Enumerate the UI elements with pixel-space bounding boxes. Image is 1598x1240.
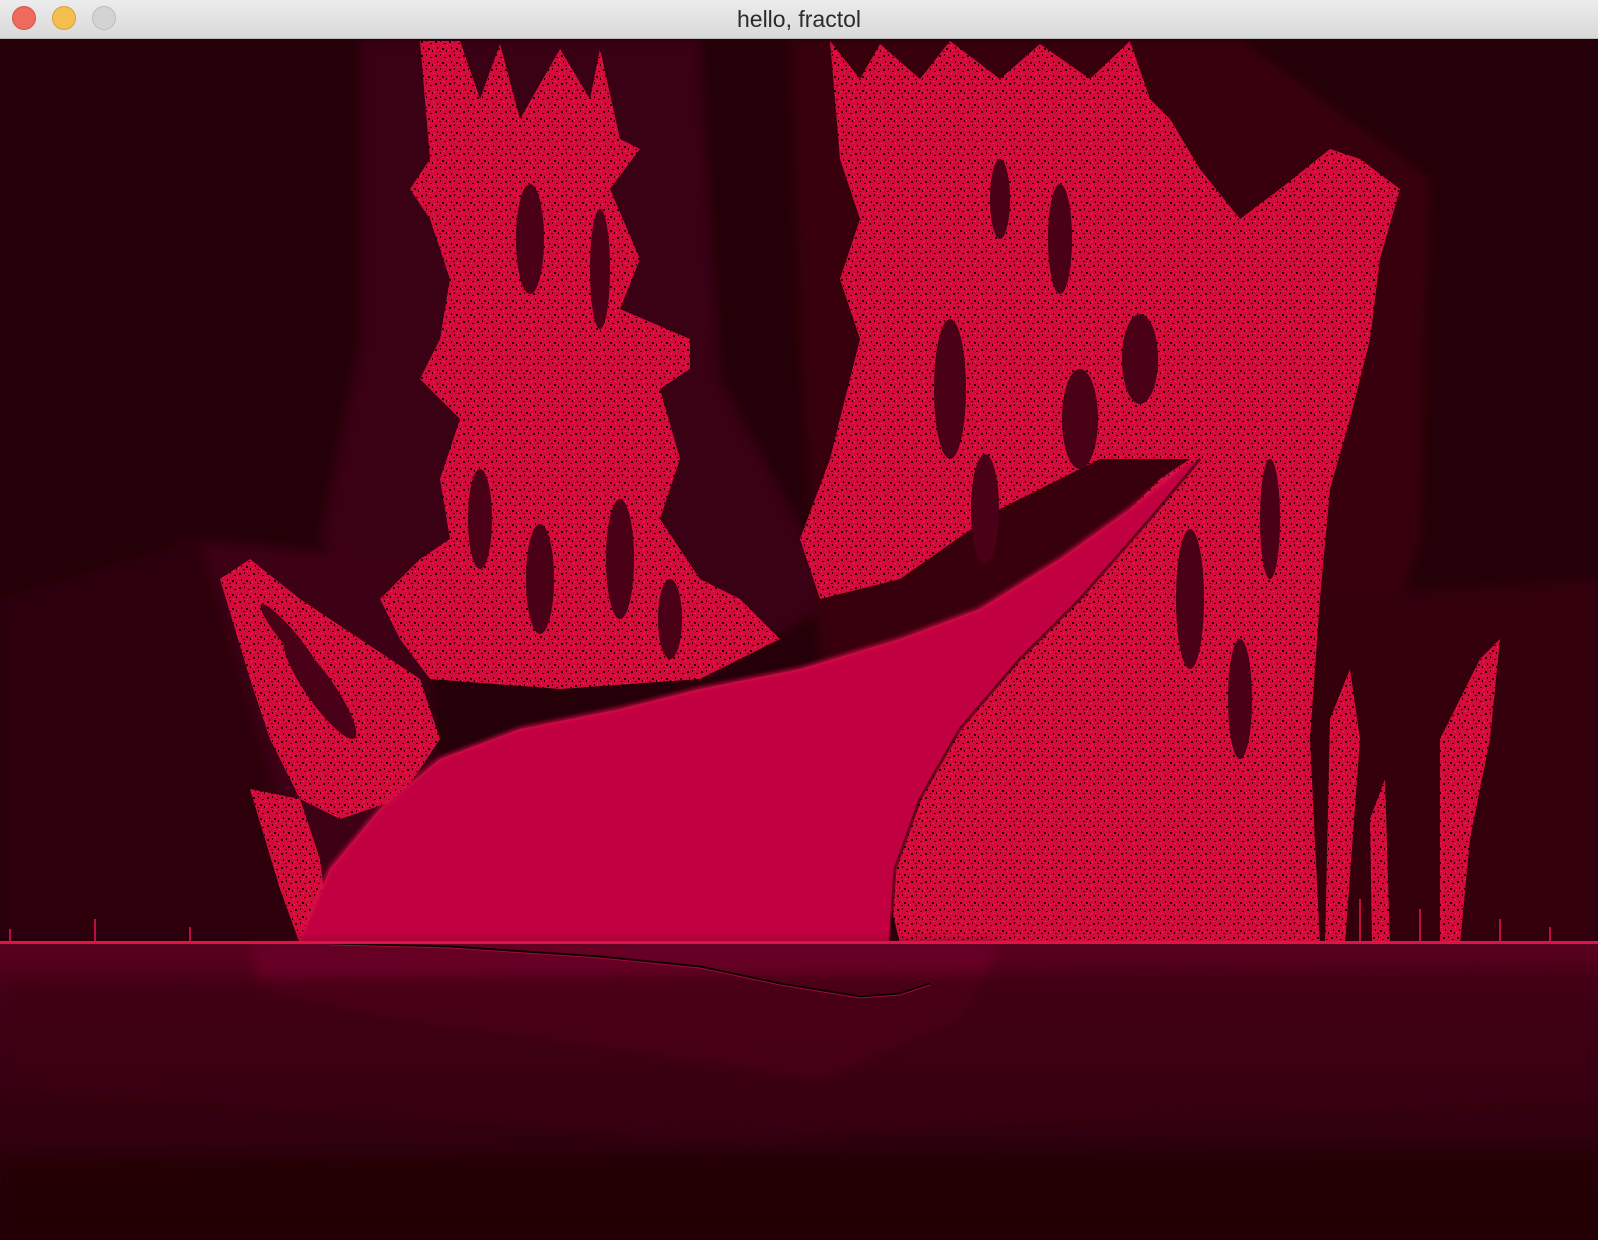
- zoom-button[interactable]: [92, 6, 116, 30]
- title-bar[interactable]: hello, fractol: [0, 0, 1598, 39]
- window-title: hello, fractol: [736, 6, 861, 32]
- fractal-canvas[interactable]: [0, 39, 1598, 1240]
- minimize-button[interactable]: [52, 6, 76, 30]
- app-window: hello, fractol: [0, 0, 1598, 1240]
- fractal-image: [0, 39, 1598, 1240]
- close-button[interactable]: [12, 6, 36, 30]
